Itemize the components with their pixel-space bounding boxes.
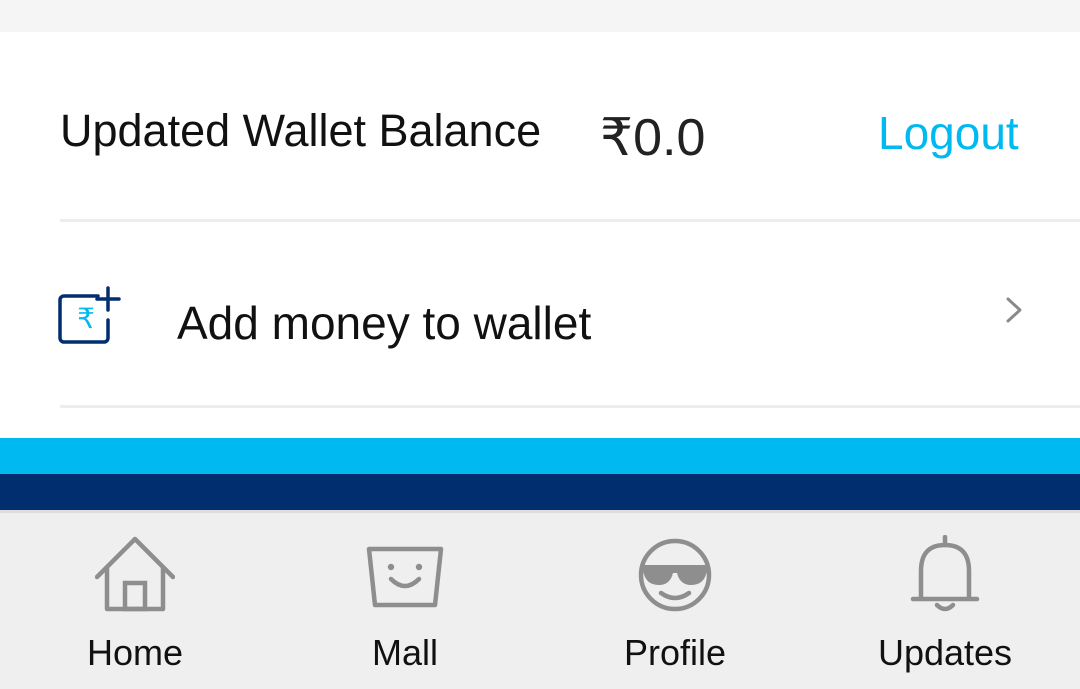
nav-item-profile[interactable]: Profile	[540, 513, 810, 689]
nav-label-profile: Profile	[623, 632, 727, 673]
add-money-label: Add money to wallet	[177, 297, 592, 349]
shopping-bag-icon	[366, 546, 444, 608]
home-icon	[95, 536, 175, 612]
wallet-balance-value: ₹0.0	[600, 109, 706, 167]
accent-band-light	[0, 438, 1080, 474]
bell-icon	[910, 535, 980, 612]
bottom-nav: Home Mall Profile Updates	[0, 510, 1080, 689]
rupee-glyph: ₹	[77, 302, 95, 335]
nav-item-updates[interactable]: Updates	[810, 513, 1080, 689]
divider	[60, 405, 1080, 408]
nav-item-home[interactable]: Home	[0, 513, 270, 689]
accent-band-dark	[0, 474, 1080, 510]
logout-link[interactable]: Logout	[878, 110, 1019, 156]
nav-label-updates: Updates	[877, 632, 1013, 673]
chevron-right-icon	[1006, 297, 1022, 323]
wallet-balance-label: Updated Wallet Balance	[60, 105, 542, 156]
nav-label-home: Home	[86, 632, 184, 673]
wallet-add-icon: ₹	[58, 286, 121, 344]
nav-label-mall: Mall	[371, 632, 438, 673]
sunglasses-face-icon	[638, 538, 712, 612]
nav-item-mall[interactable]: Mall	[270, 513, 540, 689]
top-strip	[0, 0, 1080, 32]
add-money-row[interactable]: ₹ Add money to wallet	[0, 222, 1080, 405]
